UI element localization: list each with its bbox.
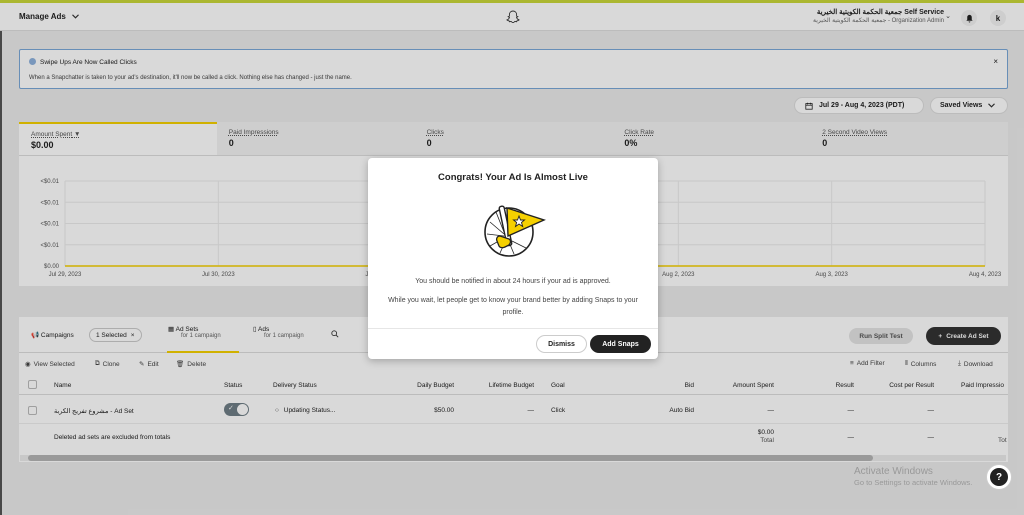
modal-message-1: You should be notified in about 24 hours… [415, 278, 611, 285]
dismiss-button[interactable]: Dismiss [536, 335, 587, 353]
congrats-modal: Congrats! Your Ad Is Almost Live You sho… [368, 158, 658, 359]
modal-divider [368, 328, 658, 329]
modal-message-2: While you wait, let people get to know y… [388, 297, 638, 316]
pennant-flag-icon [484, 205, 546, 257]
windows-activation-watermark: Activate Windows Go to Settings to activ… [854, 466, 972, 487]
question-icon: ? [990, 468, 1008, 486]
help-button[interactable]: ? [986, 464, 1012, 490]
add-snaps-button[interactable]: Add Snaps [590, 335, 651, 353]
watermark-line-1: Activate Windows [854, 466, 933, 477]
watermark-line-2: Go to Settings to activate Windows. [854, 478, 973, 487]
modal-title: Congrats! Your Ad Is Almost Live [438, 172, 588, 183]
